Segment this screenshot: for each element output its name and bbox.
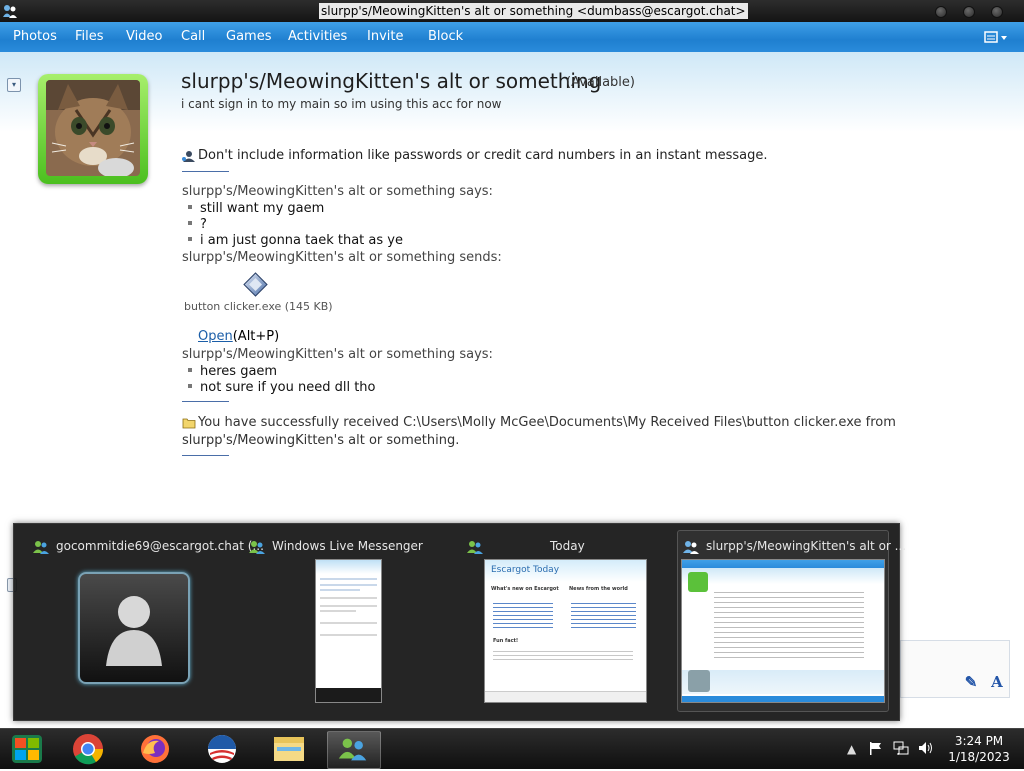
exe-file-icon[interactable] xyxy=(243,272,268,297)
contact-name: slurpp's/MeowingKitten's alt or somethin… xyxy=(181,69,602,93)
message-item: not sure if you need dll tho xyxy=(182,380,375,395)
messenger-icon xyxy=(683,540,699,554)
menu-call[interactable]: Call xyxy=(181,29,205,44)
kitten-photo xyxy=(46,80,140,176)
taskbar-file-explorer[interactable] xyxy=(263,731,315,767)
taskbar-messenger[interactable] xyxy=(327,731,381,769)
thumbnail-chat-window[interactable] xyxy=(681,559,885,703)
open-shortcut: (Alt+P) xyxy=(232,329,280,344)
handwriting-icon[interactable]: ✎ xyxy=(960,672,982,692)
message-item: ? xyxy=(182,217,207,232)
collapse-header-button[interactable]: ▾ xyxy=(7,78,21,92)
show-hidden-icons[interactable]: ▲ xyxy=(847,742,856,756)
clock-time: 3:24 PM xyxy=(954,734,1004,748)
says-header: slurpp's/MeowingKitten's alt or somethin… xyxy=(182,184,493,199)
message-item: i am just gonna taek that as ye xyxy=(182,233,403,248)
maximize-button[interactable] xyxy=(963,6,975,18)
messenger-icon xyxy=(3,5,17,18)
today-heading-2: News from the world xyxy=(569,586,628,592)
taskbar-chrome[interactable] xyxy=(62,731,114,767)
today-brand: Escargot Today xyxy=(485,560,646,582)
minimize-button[interactable] xyxy=(935,6,947,18)
action-center-flag-icon[interactable] xyxy=(868,740,884,756)
network-icon[interactable] xyxy=(892,740,910,756)
says-header: slurpp's/MeowingKitten's alt or somethin… xyxy=(182,347,493,362)
info-person-icon xyxy=(182,150,195,162)
thumbnail-title[interactable]: Windows Live Messenger xyxy=(248,539,423,554)
thumbnail-messenger-window[interactable] xyxy=(315,559,382,703)
thumbnail-title[interactable]: slurpp's/MeowingKitten's alt or ... xyxy=(682,539,906,554)
system-clock[interactable]: 3:24 PM 1/18/2023 xyxy=(946,733,1012,765)
thumbnail-today-window[interactable]: Escargot Today What's new on Escargot Ne… xyxy=(484,559,647,703)
received-notice: You have successfully received C:\Users\… xyxy=(182,415,896,430)
received-text-2: slurpp's/MeowingKitten's alt or somethin… xyxy=(182,433,460,448)
thumbnail-title[interactable]: gocommitdie69@escargot.chat (... xyxy=(32,539,264,554)
message-item: heres gaem xyxy=(182,364,277,379)
window-titlebar: slurpp's/MeowingKitten's alt or somethin… xyxy=(0,0,1024,22)
separator xyxy=(182,171,229,172)
messenger-buddies-icon xyxy=(33,540,49,554)
file-caption: button clicker.exe (145 KB) xyxy=(184,300,333,313)
action-menubar: Photos Files Video Call Games Activities… xyxy=(0,22,1024,53)
messenger-buddies-icon xyxy=(338,738,367,761)
separator xyxy=(182,401,229,402)
taskbar-thumbnail-popup: gocommitdie69@escargot.chat (... Windows… xyxy=(13,523,906,721)
messenger-buddies-icon xyxy=(467,540,483,554)
volume-icon[interactable] xyxy=(917,740,935,756)
folder-icon xyxy=(182,418,196,428)
personal-message: i cant sign in to my main so im using th… xyxy=(181,97,502,111)
close-button[interactable] xyxy=(991,6,1003,18)
clock-date: 1/18/2023 xyxy=(948,750,1010,764)
window-title: slurpp's/MeowingKitten's alt or somethin… xyxy=(319,3,748,19)
thumbnail-contact-window[interactable] xyxy=(78,572,190,684)
separator xyxy=(182,455,229,456)
menu-games[interactable]: Games xyxy=(226,29,271,44)
menu-video[interactable]: Video xyxy=(126,29,162,44)
today-heading-1: What's new on Escargot xyxy=(491,586,559,592)
folder-icon xyxy=(274,737,304,761)
default-avatar-icon xyxy=(106,596,162,666)
menu-block[interactable]: Block xyxy=(428,29,463,44)
thumbnail-title[interactable]: Today xyxy=(466,539,585,554)
taskbar-firefox[interactable] xyxy=(129,731,181,767)
menu-photos[interactable]: Photos xyxy=(13,29,57,44)
sends-header: slurpp's/MeowingKitten's alt or somethin… xyxy=(182,250,502,265)
start-orb-icon xyxy=(12,735,42,763)
privacy-warning-text: Don't include information like passwords… xyxy=(198,148,768,163)
font-icon[interactable]: A xyxy=(986,672,1008,692)
obama-logo-icon xyxy=(208,735,236,763)
start-button[interactable] xyxy=(2,731,54,767)
menu-activities[interactable]: Activities xyxy=(288,29,347,44)
today-fun-fact: Fun fact! xyxy=(493,638,519,644)
open-link[interactable]: Open xyxy=(198,329,233,344)
firefox-icon xyxy=(141,735,169,763)
menu-files[interactable]: Files xyxy=(75,29,104,44)
message-item: still want my gaem xyxy=(182,201,324,216)
contact-avatar[interactable] xyxy=(38,74,148,184)
menu-invite[interactable]: Invite xyxy=(367,29,403,44)
messenger-buddies-icon xyxy=(249,540,265,554)
chrome-icon xyxy=(73,734,104,765)
options-menu-icon[interactable] xyxy=(984,30,1010,46)
contact-status: (Available) xyxy=(566,75,635,90)
received-text-1: You have successfully received C:\Users\… xyxy=(198,415,896,430)
taskbar-obama-app[interactable] xyxy=(196,731,248,767)
privacy-warning: Don't include information like passwords… xyxy=(182,148,767,163)
open-file-action: Open(Alt+P) xyxy=(198,329,279,344)
